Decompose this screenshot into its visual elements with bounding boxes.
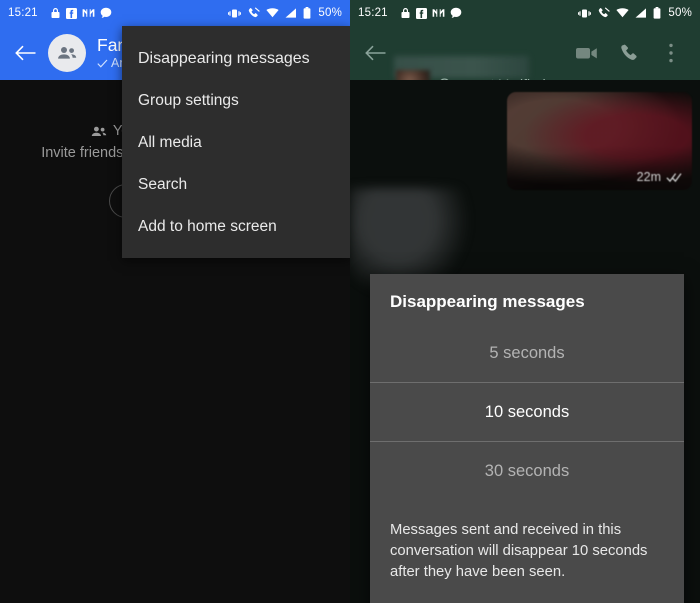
battery-percent: 50% [318, 7, 342, 19]
mail-icon [82, 8, 95, 18]
facebook-icon [65, 7, 77, 19]
lock-icon [50, 7, 61, 19]
menu-item-disappearing-messages[interactable]: Disappearing messages [122, 38, 350, 80]
dialog-description: Messages sent and received in this conve… [390, 522, 648, 580]
mail-icon [432, 8, 445, 18]
chat-bubble-icon [100, 7, 112, 19]
option-10-seconds[interactable]: 10 seconds [370, 383, 684, 441]
dialog-scrim: Disappearing messages 5 seconds 10 secon… [350, 80, 700, 603]
back-arrow-icon[interactable] [356, 33, 396, 73]
people-icon [91, 126, 107, 137]
option-30-seconds[interactable]: 30 seconds [370, 442, 684, 500]
menu-item-group-settings[interactable]: Group settings [122, 80, 350, 122]
voice-call-icon[interactable] [610, 33, 648, 73]
right-app-bar: 10s Verified [350, 26, 700, 96]
lock-icon [400, 7, 411, 19]
right-status-bar: 15:21 50% [350, 0, 700, 26]
call-mute-icon [247, 7, 261, 19]
back-arrow-icon[interactable] [6, 33, 46, 73]
video-call-icon[interactable] [568, 33, 606, 73]
right-body: 22m Disappearing messages 5 seconds 10 s… [350, 80, 700, 603]
chat-bubble-icon [450, 7, 462, 19]
menu-item-search[interactable]: Search [122, 164, 350, 206]
left-screen: 15:21 50% Fam An Invite friends Disappea… [0, 0, 350, 603]
group-avatar-icon[interactable] [48, 34, 86, 72]
status-clock: 15:21 [358, 7, 388, 19]
left-status-bar: 15:21 50% [0, 0, 350, 26]
menu-item-add-to-home-screen[interactable]: Add to home screen [122, 206, 350, 248]
right-screen: 15:21 50% 10s [350, 0, 700, 603]
disappearing-messages-dialog: Disappearing messages 5 seconds 10 secon… [370, 274, 684, 603]
battery-icon [653, 7, 661, 19]
option-5-seconds[interactable]: 5 seconds [370, 324, 684, 382]
right-appbar-actions [568, 33, 694, 73]
dialog-title: Disappearing messages [390, 292, 585, 311]
status-bar-left: 15:21 [358, 7, 462, 19]
wifi-icon [266, 8, 279, 18]
menu-item-all-media[interactable]: All media [122, 122, 350, 164]
battery-icon [303, 7, 311, 19]
vibrate-icon [578, 8, 592, 19]
status-clock: 15:21 [8, 7, 38, 19]
check-icon [97, 59, 108, 68]
dialog-actions: CANCEL OK [370, 587, 684, 603]
vibrate-icon [228, 8, 242, 19]
signal-icon [635, 8, 647, 18]
status-bar-right: 50% [228, 7, 342, 19]
signal-icon [285, 8, 297, 18]
screenshot-root: 15:21 50% Fam An Invite friends Disappea… [0, 0, 700, 603]
status-bar-left: 15:21 [8, 7, 112, 19]
overflow-menu-icon[interactable] [652, 33, 690, 73]
overflow-menu: Disappearing messages Group settings All… [122, 26, 350, 258]
status-bar-right: 50% [578, 7, 692, 19]
call-mute-icon [597, 7, 611, 19]
wifi-icon [616, 8, 629, 18]
facebook-icon [415, 7, 427, 19]
battery-percent: 50% [668, 7, 692, 19]
